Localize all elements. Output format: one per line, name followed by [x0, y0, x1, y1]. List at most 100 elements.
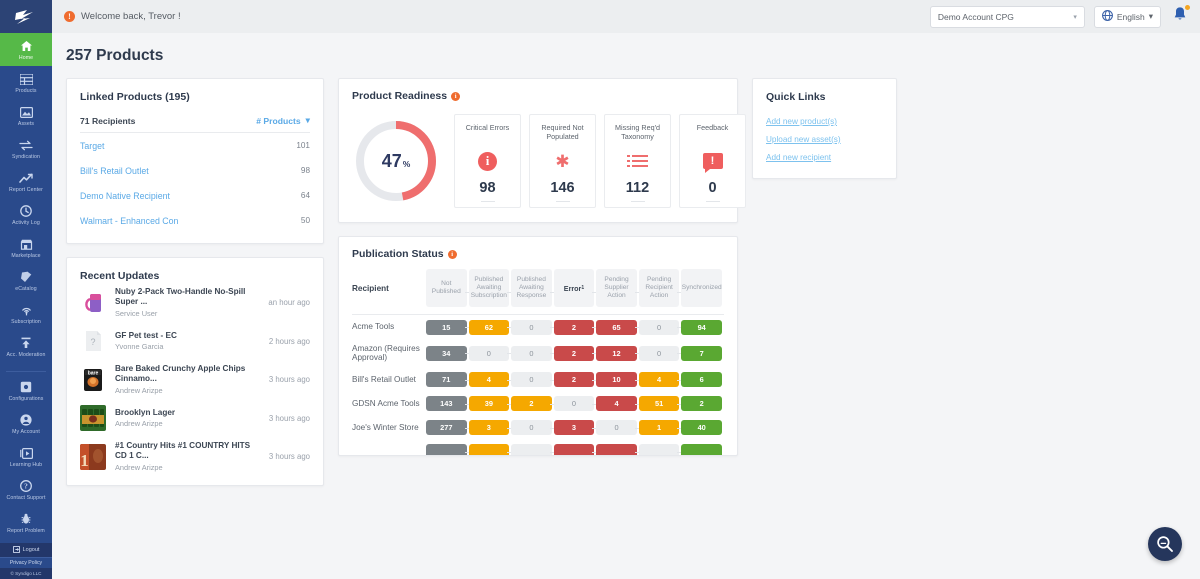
sidebar-item-acc-moderation[interactable]: Acc. Moderation — [0, 330, 52, 363]
status-cell[interactable]: 0 — [511, 420, 552, 436]
products-sort-header[interactable]: # Products ▾ — [256, 115, 310, 126]
list-item[interactable]: Brooklyn Lager Andrew Arizpe 3 hours ago — [80, 400, 310, 436]
sidebar-item-activity-log[interactable]: Activity Log — [0, 198, 52, 231]
table-row[interactable]: Bill's Retail Outlet 71 4 0 2 10 4 6 — [352, 368, 724, 392]
readiness-tile-critical-errors[interactable]: Critical Errors i 98 — [454, 114, 521, 208]
status-cell[interactable]: 12 — [596, 345, 637, 361]
status-cell[interactable]: 2 — [553, 345, 595, 361]
status-cell[interactable] — [553, 444, 595, 455]
recipient-link[interactable]: Demo Native Recipient — [80, 191, 170, 201]
status-cell[interactable]: 34 — [426, 345, 467, 361]
sidebar-item-contact-support[interactable]: ? Contact Support — [0, 473, 52, 506]
sidebar-item-marketplace[interactable]: Marketplace — [0, 231, 52, 264]
status-cell[interactable] — [596, 444, 637, 455]
status-cell[interactable]: 0 — [511, 345, 552, 361]
sidebar-item-my-account[interactable]: My Account — [0, 407, 52, 440]
sidebar-item-home[interactable]: Home — [0, 33, 52, 66]
status-cell[interactable]: 3 — [553, 420, 595, 436]
status-cell[interactable]: 65 — [596, 319, 637, 335]
sidebar-item-assets[interactable]: Assets — [0, 99, 52, 132]
status-cell[interactable]: 0 — [511, 319, 552, 335]
status-cell[interactable]: 0 — [638, 345, 680, 361]
recipient-link[interactable]: Walmart - Enhanced Con — [80, 216, 178, 226]
table-row[interactable] — [352, 440, 724, 455]
status-cell[interactable]: 277 — [426, 420, 467, 436]
list-item[interactable]: Target 101 — [80, 133, 310, 158]
quick-link-upload-asset[interactable]: Upload new asset(s) — [766, 135, 883, 144]
status-cell[interactable] — [638, 444, 680, 455]
status-cell[interactable]: 6 — [681, 372, 722, 388]
logout-button[interactable]: Logout — [0, 543, 52, 557]
column-header-published-awaiting-response[interactable]: Published Awaiting Response — [511, 269, 556, 314]
column-header-pending-recipient-action[interactable]: Pending Recipient Action — [638, 269, 684, 314]
quick-link-add-recipient[interactable]: Add new recipient — [766, 153, 883, 162]
status-cell[interactable] — [426, 444, 467, 455]
status-cell[interactable]: 1 — [638, 420, 680, 436]
info-icon[interactable]: i — [447, 249, 457, 259]
sidebar-item-report-center[interactable]: Report Center — [0, 165, 52, 198]
readiness-tile-required-not-populated[interactable]: Required Not Populated ✱ 146 — [529, 114, 596, 208]
sidebar-item-products[interactable]: Products — [0, 66, 52, 99]
status-cell[interactable]: 2 — [511, 396, 552, 412]
privacy-policy-link[interactable]: Privacy Policy — [0, 557, 52, 568]
status-cell[interactable]: 7 — [681, 345, 722, 361]
status-cell[interactable]: 4 — [596, 396, 637, 412]
status-cell[interactable]: 40 — [681, 420, 722, 436]
list-item[interactable]: Walmart - Enhanced Con 50 — [80, 208, 310, 233]
status-cell[interactable]: 2 — [553, 319, 595, 335]
search-fab-button[interactable] — [1148, 527, 1182, 561]
status-cell[interactable]: 2 — [681, 396, 722, 412]
table-row[interactable]: Joe's Winter Store 277 3 0 3 0 1 40 — [352, 416, 724, 440]
column-header-not-published[interactable]: Not Published — [426, 269, 471, 314]
status-cell[interactable]: 2 — [553, 372, 595, 388]
sidebar-item-learning-hub[interactable]: Learning Hub — [0, 440, 52, 473]
status-cell[interactable]: 0 — [638, 319, 680, 335]
status-cell[interactable]: 3 — [468, 420, 510, 436]
status-cell[interactable]: 0 — [468, 345, 510, 361]
status-cell[interactable]: 39 — [468, 396, 510, 412]
recipient-link[interactable]: Bill's Retail Outlet — [80, 166, 149, 176]
sidebar-item-subscription[interactable]: Subscription — [0, 297, 52, 330]
column-header-pending-supplier-action[interactable]: Pending Supplier Action — [596, 269, 641, 314]
recipient-link[interactable]: Target — [80, 141, 104, 151]
account-select[interactable]: Demo Account CPG ▾ — [929, 5, 1085, 28]
readiness-tile-feedback[interactable]: Feedback ! 0 — [679, 114, 746, 208]
status-cell[interactable] — [468, 444, 510, 455]
app-logo[interactable] — [0, 0, 52, 33]
status-cell[interactable]: 0 — [596, 420, 637, 436]
status-cell[interactable]: 4 — [468, 372, 510, 388]
status-cell[interactable] — [681, 444, 722, 455]
column-header-synchronized[interactable]: Synchronized — [681, 269, 724, 314]
language-select[interactable]: English ▾ — [1093, 5, 1161, 28]
list-item[interactable]: Bill's Retail Outlet 98 — [80, 158, 310, 183]
column-header-error[interactable]: Error 1 — [553, 269, 599, 314]
status-cell[interactable] — [511, 444, 552, 455]
list-item[interactable]: Demo Native Recipient 64 — [80, 183, 310, 208]
sidebar-item-configurations[interactable]: Configurations — [0, 374, 52, 407]
status-cell[interactable]: 15 — [426, 319, 467, 335]
table-row[interactable]: Amazon (Requires Approval) 34 0 0 2 12 0… — [352, 339, 724, 368]
sidebar-item-syndication[interactable]: Syndication — [0, 132, 52, 165]
status-cell[interactable]: 143 — [426, 396, 467, 412]
list-item[interactable]: 1 #1 Country Hits #1 COUNTRY HITS CD 1 C… — [80, 436, 310, 477]
table-row[interactable]: GDSN Acme Tools 143 39 2 0 4 51 2 — [352, 392, 724, 416]
status-cell[interactable]: 71 — [426, 372, 467, 388]
sidebar-item-report-problem[interactable]: Report Problem — [0, 506, 52, 539]
status-cell[interactable]: 4 — [638, 372, 680, 388]
status-cell[interactable]: 62 — [468, 319, 510, 335]
list-item[interactable]: ? GF Pet test - EC Yvonne Garcia 2 hours… — [80, 323, 310, 359]
info-icon[interactable]: i — [451, 91, 461, 101]
column-header-published-awaiting-subscription[interactable]: Published Awaiting Subscription — [468, 269, 514, 314]
table-row[interactable]: Acme Tools 15 62 0 2 65 0 94 — [352, 315, 724, 340]
notification-bell-button[interactable] — [1170, 4, 1190, 28]
status-cell[interactable]: 51 — [638, 396, 680, 412]
list-item[interactable]: bare Bare Baked Crunchy Apple Chips Cinn… — [80, 359, 310, 400]
list-item[interactable]: Nuby 2-Pack Two-Handle No-Spill Super ..… — [80, 282, 310, 323]
status-cell[interactable]: 0 — [553, 396, 595, 412]
sidebar-item-ecatalog[interactable]: eCatalog — [0, 264, 52, 297]
status-cell[interactable]: 0 — [511, 372, 552, 388]
quick-link-add-product[interactable]: Add new product(s) — [766, 117, 883, 126]
status-cell[interactable]: 94 — [681, 319, 722, 335]
status-cell[interactable]: 10 — [596, 372, 637, 388]
readiness-tile-missing-taxonomy[interactable]: Missing Req'd Taxonomy 112 — [604, 114, 671, 208]
